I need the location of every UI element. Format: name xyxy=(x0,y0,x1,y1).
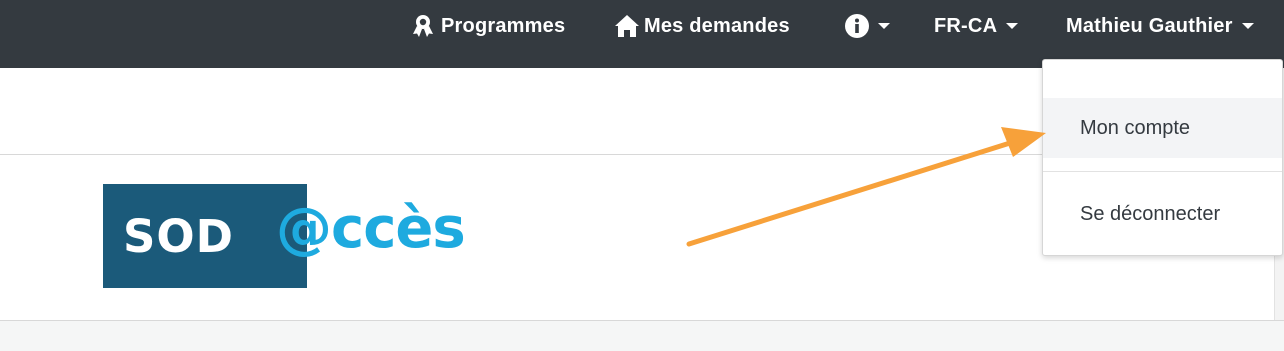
user-name: Mathieu Gauthier xyxy=(1066,14,1233,37)
menu-divider xyxy=(1043,171,1282,172)
sod-acces-logo[interactable]: SOD @ccès xyxy=(103,184,477,288)
user-dropdown-menu: Mon compte Se déconnecter xyxy=(1042,59,1283,256)
info-icon xyxy=(845,14,869,38)
home-icon xyxy=(614,14,640,38)
user-menu-toggle[interactable]: Mathieu Gauthier xyxy=(1066,0,1254,52)
language-dropdown-toggle[interactable]: FR-CA xyxy=(934,0,1019,52)
language-label: FR-CA xyxy=(934,14,998,37)
chevron-down-icon xyxy=(1006,22,1019,30)
my-requests-label: Mes demandes xyxy=(644,14,790,37)
menu-item-my-account[interactable]: Mon compte xyxy=(1043,98,1282,158)
chevron-down-icon xyxy=(878,22,890,30)
programs-label: Programmes xyxy=(441,14,566,37)
menu-item-logout[interactable]: Se déconnecter xyxy=(1043,186,1282,242)
chevron-down-icon xyxy=(1241,22,1254,30)
logo-text-acces: @ccès xyxy=(276,196,466,261)
content-area-background xyxy=(0,320,1284,351)
logo-text-sod: SOD xyxy=(123,210,235,263)
my-requests-nav-link[interactable]: Mes demandes xyxy=(614,0,790,52)
info-dropdown-toggle[interactable] xyxy=(845,0,890,52)
programs-nav-link[interactable]: Programmes xyxy=(410,0,565,52)
award-icon xyxy=(410,13,436,39)
top-navigation-bar: Programmes Mes demandes FR-CA Mathieu Ga… xyxy=(0,0,1284,68)
